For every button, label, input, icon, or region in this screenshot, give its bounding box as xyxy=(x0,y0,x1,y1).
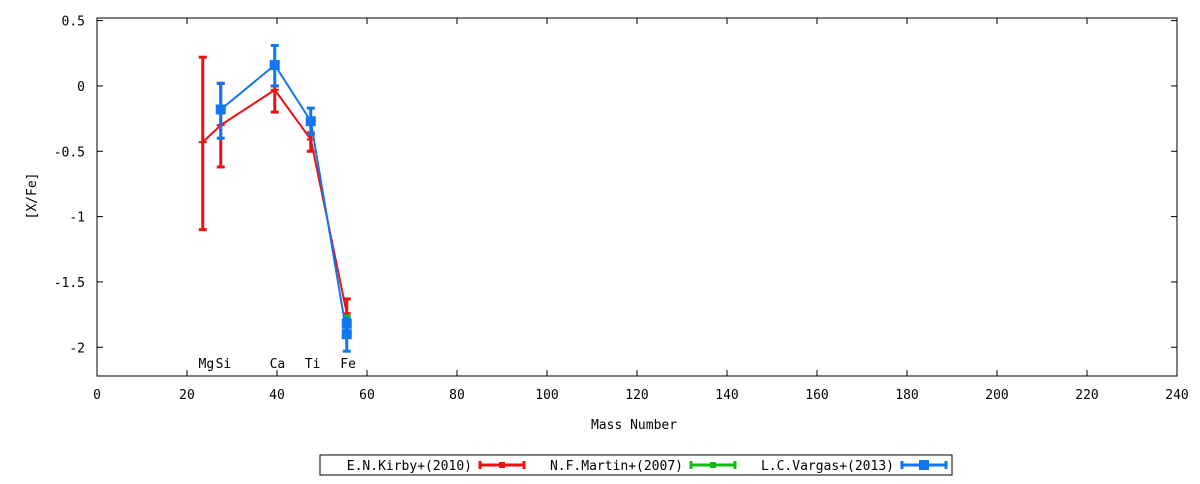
element-label: Fe xyxy=(340,357,356,372)
data-point xyxy=(269,60,280,71)
plot-frame xyxy=(96,17,1178,377)
series-l-c-vargas-2013 xyxy=(215,43,352,353)
x-tick-label: 200 xyxy=(985,388,1008,403)
x-tick-label: 100 xyxy=(535,388,558,403)
legend-marker xyxy=(919,460,929,470)
y-tick-label: -0.5 xyxy=(54,145,85,160)
series-layer xyxy=(198,43,352,353)
x-tick-label: 80 xyxy=(449,388,465,403)
x-tick-label: 160 xyxy=(805,388,828,403)
y-tick-label: 0 xyxy=(77,80,85,95)
chart-container: 0 20 40 60 80 100 120 140 160 180 200 220 240 0.5 0 -0.… xyxy=(0,0,1200,480)
legend: E.N.Kirby+(2010) N.F.Martin+(2007) L.C.Var… xyxy=(319,454,953,476)
data-point xyxy=(341,329,352,340)
legend-marker xyxy=(499,462,505,468)
x-tick-label: 220 xyxy=(1075,388,1098,403)
y-axis-label: [X/Fe] xyxy=(25,173,40,220)
element-label: Ti xyxy=(305,357,321,372)
legend-label: N.F.Martin+(2007) xyxy=(550,459,683,474)
x-axis-label: Mass Number xyxy=(591,418,677,433)
data-point xyxy=(305,116,316,127)
x-tick-label: 240 xyxy=(1165,388,1188,403)
element-label: Mg xyxy=(199,357,215,372)
legend-label: E.N.Kirby+(2010) xyxy=(347,459,472,474)
element-label: Ca xyxy=(270,357,286,372)
x-tick-label: 180 xyxy=(895,388,918,403)
x-tick-label: 60 xyxy=(359,388,375,403)
x-tick-label: 140 xyxy=(715,388,738,403)
data-point xyxy=(215,104,226,115)
element-label-layer: Mg Si Ca Ti Fe xyxy=(199,357,357,372)
legend-label: L.C.Vargas+(2013) xyxy=(761,459,894,474)
y-tick-label: -1 xyxy=(69,211,85,226)
x-tick-label: 20 xyxy=(179,388,195,403)
axes-layer: 0 20 40 60 80 100 120 140 160 180 200 220 240 0.5 0 -0.… xyxy=(54,15,1189,403)
x-tick-label: 0 xyxy=(93,388,101,403)
chart-svg: 0 20 40 60 80 100 120 140 160 180 200 220 240 0.5 0 -0.… xyxy=(25,15,1189,476)
x-tick-label: 120 xyxy=(625,388,648,403)
data-point xyxy=(341,318,352,329)
element-label: Si xyxy=(216,357,232,372)
y-tick-label: -1.5 xyxy=(54,276,85,291)
x-tick-label: 40 xyxy=(269,388,285,403)
y-tick-label: 0.5 xyxy=(62,15,85,30)
series-line xyxy=(220,63,348,335)
y-tick-label: -2 xyxy=(69,341,85,356)
legend-marker xyxy=(710,462,716,468)
